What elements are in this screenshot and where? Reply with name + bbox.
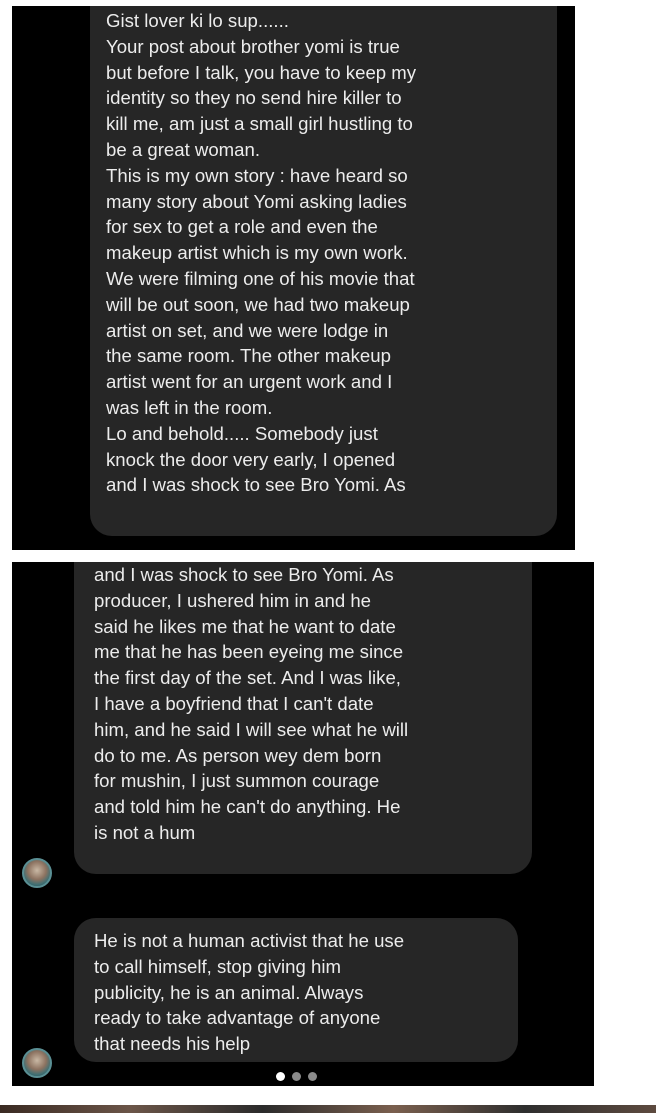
message-line: ready to take advantage of anyone <box>94 1007 381 1029</box>
message-line: the same room. The other makeup <box>106 345 391 367</box>
chat-screenshot-bottom: and I was shock to see Bro Yomi. As prod… <box>12 562 594 1086</box>
message-line: Lo and behold..... Somebody just <box>106 422 378 444</box>
chat-screenshot-top: Gist lover ki lo sup...... Your post abo… <box>12 6 575 550</box>
message-line: I have a boyfriend that I can't date <box>94 692 374 714</box>
message-line: knock the door very early, I opened <box>106 448 396 470</box>
message-bubble: He is not a human activist that he use t… <box>74 918 518 1062</box>
message-line: me that he has been eyeing me since <box>94 641 404 663</box>
message-line: was left in the room. <box>106 396 273 418</box>
message-line: to call himself, stop giving him <box>94 955 341 977</box>
message-line: and I was shock to see Bro Yomi. As <box>106 474 406 496</box>
message-line: said he likes me that he want to date <box>94 615 396 637</box>
message-bubble: Gist lover ki lo sup...... Your post abo… <box>90 6 557 536</box>
sender-avatar[interactable] <box>22 858 52 888</box>
pagination-dot[interactable] <box>308 1072 317 1081</box>
message-line: that needs his help <box>94 1033 251 1055</box>
message-line: him, and he said I will see what he will <box>94 718 409 740</box>
message-line: be a great woman. <box>106 138 261 160</box>
message-line: many story about Yomi asking ladies <box>106 190 407 212</box>
message-line: artist went for an urgent work and I <box>106 371 393 393</box>
message-line: will be out soon, we had two makeup <box>106 293 410 315</box>
message-line: This is my own story : have heard so <box>106 164 408 186</box>
message-line: makeup artist which is my own work. <box>106 242 408 264</box>
message-bubble: and I was shock to see Bro Yomi. As prod… <box>74 562 532 874</box>
cropped-image-strip <box>0 1105 656 1113</box>
message-line: do to me. As person wey dem born <box>94 744 382 766</box>
message-line: artist on set, and we were lodge in <box>106 319 389 341</box>
message-line: We were filming one of his movie that <box>106 267 415 289</box>
carousel-pagination[interactable] <box>276 1072 317 1081</box>
message-line: identity so they no send hire killer to <box>106 87 402 109</box>
message-line: for sex to get a role and even the <box>106 216 378 238</box>
message-line: the first day of the set. And I was like… <box>94 667 401 689</box>
message-line: Gist lover ki lo sup...... <box>106 10 289 31</box>
pagination-dot-active[interactable] <box>276 1072 285 1081</box>
message-line: producer, I ushered him in and he <box>94 589 372 611</box>
message-line: is not a hum <box>94 821 196 843</box>
message-line: publicity, he is an animal. Always <box>94 981 364 1003</box>
pagination-dot[interactable] <box>292 1072 301 1081</box>
message-line: and I was shock to see Bro Yomi. As <box>94 564 394 585</box>
message-line: kill me, am just a small girl hustling t… <box>106 113 413 135</box>
message-line: for mushin, I just summon courage <box>94 770 380 792</box>
sender-avatar[interactable] <box>22 1048 52 1078</box>
message-line: and told him he can't do anything. He <box>94 796 401 818</box>
message-line: but before I talk, you have to keep my <box>106 61 417 83</box>
message-line: He is not a human activist that he use <box>94 930 405 951</box>
message-line: Your post about brother yomi is true <box>106 35 400 57</box>
